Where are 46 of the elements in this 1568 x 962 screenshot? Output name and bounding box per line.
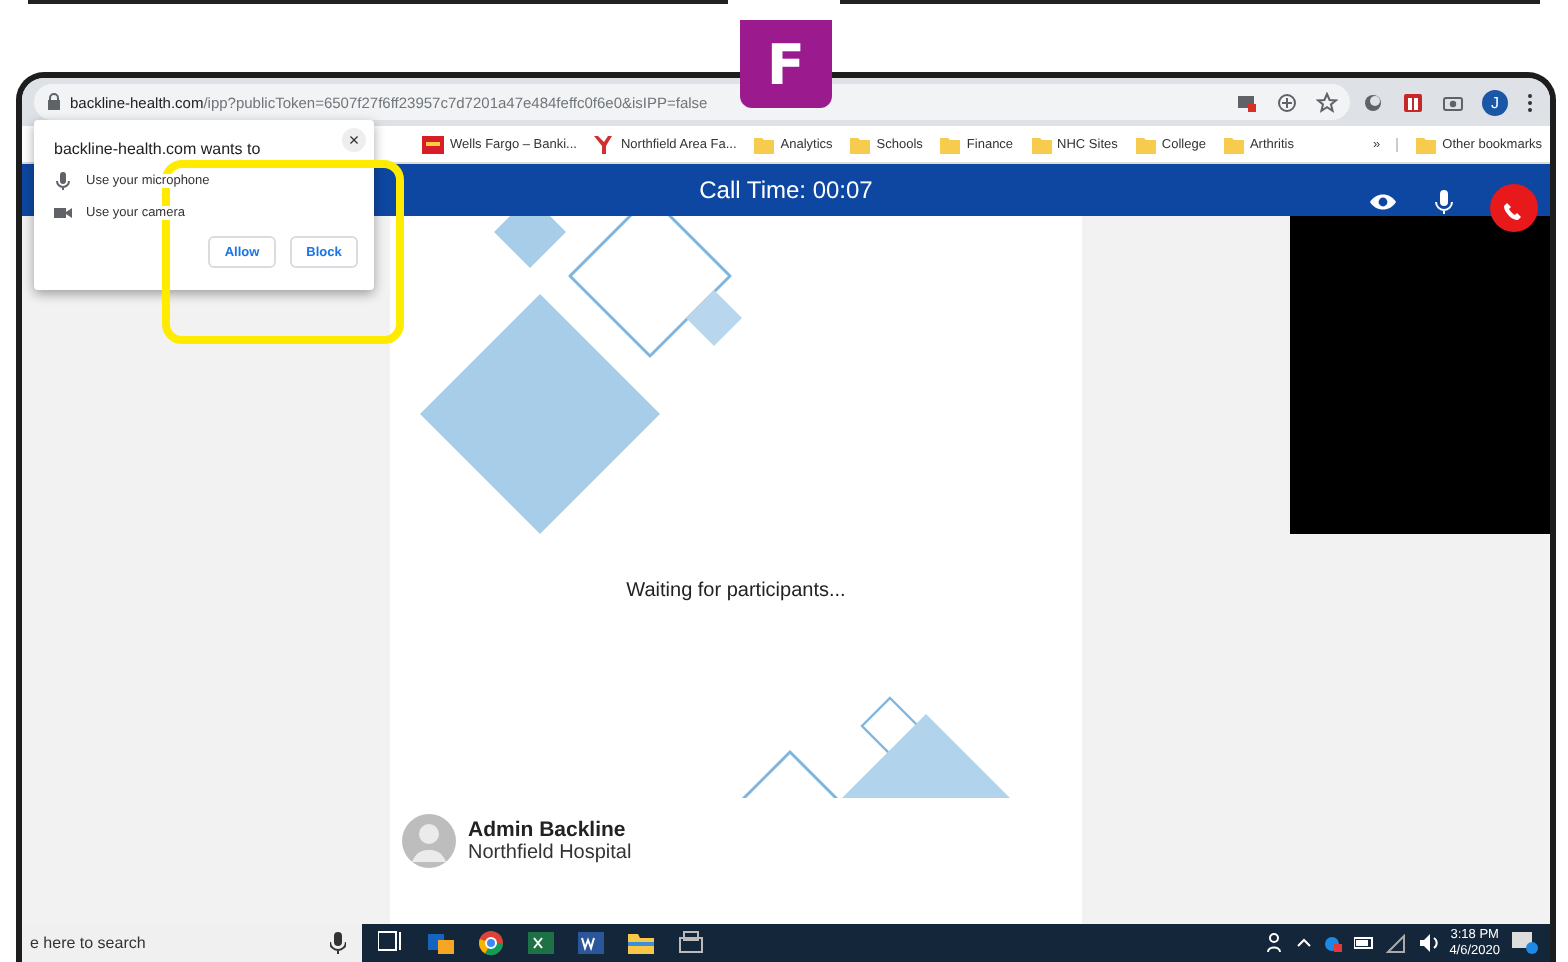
wifi-icon[interactable] — [1385, 933, 1406, 953]
notifications-icon[interactable] — [1512, 930, 1538, 956]
end-call-button[interactable] — [1490, 184, 1538, 232]
menu-icon[interactable] — [1526, 91, 1534, 113]
microphone-icon — [54, 172, 72, 190]
search-field[interactable]: e here to search — [22, 924, 362, 962]
camera-icon[interactable] — [1442, 91, 1464, 113]
folder-icon — [1221, 133, 1244, 155]
printer-icon[interactable] — [678, 930, 704, 956]
battery-icon[interactable] — [1353, 934, 1374, 952]
eye-icon[interactable] — [1368, 190, 1398, 214]
profile-avatar[interactable]: J — [1482, 89, 1508, 115]
spreadsheet-icon[interactable] — [528, 930, 554, 956]
close-button[interactable]: × — [342, 128, 366, 152]
folder-icon — [938, 133, 961, 155]
chevron-up-icon[interactable] — [1295, 934, 1312, 952]
microphone-icon[interactable] — [330, 932, 346, 954]
lock-icon — [46, 92, 62, 112]
participant-organization: Northfield Hospital — [468, 842, 632, 864]
folder-icon — [752, 133, 775, 155]
document-icon[interactable] — [578, 930, 604, 956]
call-timer: Call Time: 00:07 — [699, 176, 873, 204]
participant-name: Admin Backline — [468, 818, 628, 842]
waiting-message: Waiting for participants... — [626, 580, 846, 602]
extension-icon[interactable] — [1362, 91, 1384, 113]
browser-icon[interactable] — [478, 930, 504, 956]
camera-icon — [54, 204, 72, 222]
task-view-icon[interactable] — [378, 930, 404, 956]
extension-icon[interactable] — [1402, 91, 1424, 113]
speaker-icon[interactable] — [1417, 932, 1438, 954]
folder-icon[interactable] — [628, 930, 654, 956]
avatar-icon — [402, 814, 456, 868]
folder-icon — [848, 133, 871, 155]
folder-icon — [1029, 133, 1052, 155]
folder-icon — [1133, 133, 1156, 155]
install-icon[interactable] — [1276, 91, 1298, 113]
popup-title: backline-health.com wants to — [54, 140, 263, 158]
cloud-sync-icon[interactable] — [1323, 934, 1342, 952]
site-icon — [422, 133, 444, 155]
mail-icon[interactable] — [428, 930, 454, 956]
star-icon[interactable] — [1316, 91, 1338, 113]
step-badge: F — [740, 20, 832, 108]
site-icon — [592, 133, 615, 155]
microphone-icon[interactable] — [1434, 189, 1454, 215]
folder-icon — [1414, 133, 1437, 155]
people-icon[interactable] — [1265, 932, 1284, 954]
